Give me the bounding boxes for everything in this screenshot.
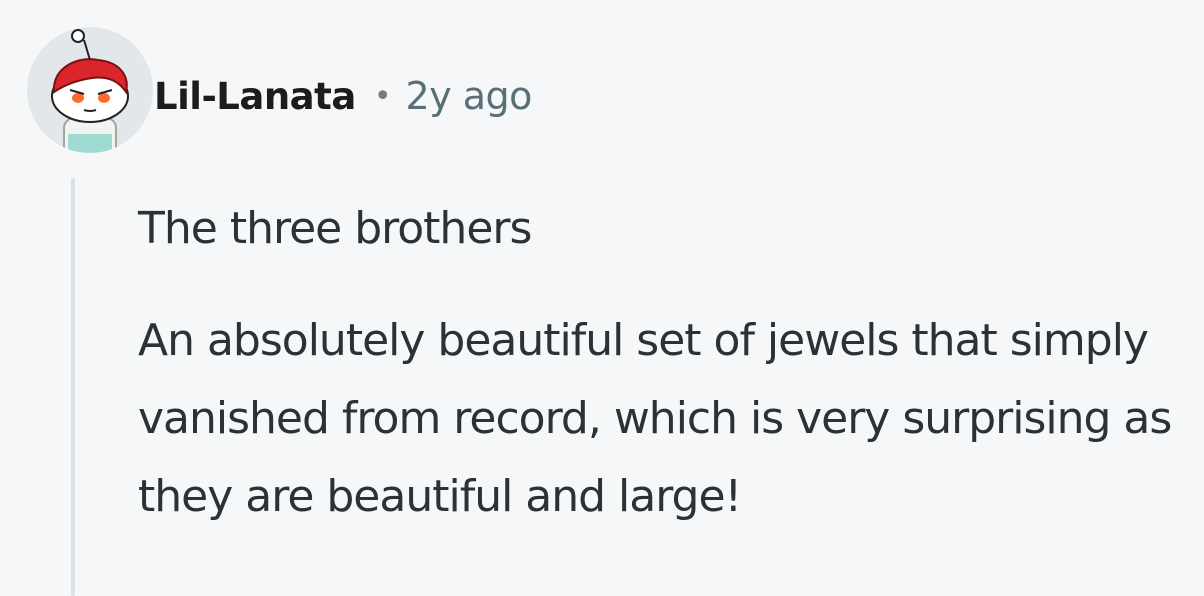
comment-paragraph: An absolutely beautiful set of jewels th… bbox=[138, 315, 1172, 522]
thread-line[interactable] bbox=[71, 178, 75, 596]
reddit-snoo-avatar-icon bbox=[27, 27, 153, 153]
comment: Lil-Lanata • 2y ago The three brothers A… bbox=[0, 0, 1204, 596]
avatar[interactable] bbox=[26, 26, 154, 154]
comment-body: The three brothers An absolutely beautif… bbox=[138, 190, 1198, 536]
separator-dot: • bbox=[373, 78, 392, 114]
timestamp[interactable]: 2y ago bbox=[406, 74, 533, 118]
comment-paragraph: The three brothers bbox=[138, 203, 532, 254]
username-link[interactable]: Lil-Lanata bbox=[154, 75, 356, 118]
comment-meta: Lil-Lanata • 2y ago bbox=[154, 66, 532, 126]
